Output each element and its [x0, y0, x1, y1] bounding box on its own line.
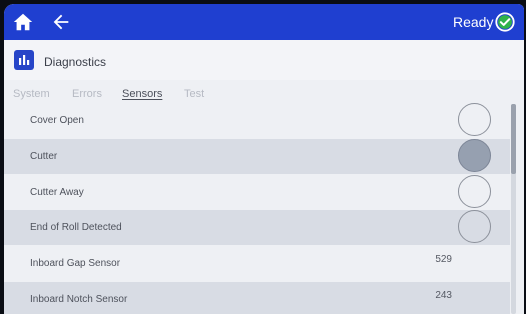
- sensor-indicator: [458, 139, 491, 172]
- sensor-label: End of Roll Detected: [30, 222, 122, 233]
- sensor-indicator: [458, 210, 491, 243]
- sensor-row-cutter: Cutter: [4, 139, 510, 174]
- tab-bar: System Errors Sensors Test: [4, 80, 524, 104]
- scrollbar[interactable]: [511, 104, 516, 314]
- home-button[interactable]: [12, 11, 34, 33]
- sensor-value: 243: [435, 290, 452, 301]
- sensor-label: Cutter: [30, 151, 58, 162]
- sensor-indicator: [458, 103, 491, 136]
- sensor-label: Cover Open: [30, 115, 84, 126]
- top-bar: Ready: [4, 4, 524, 40]
- sensor-row-end-of-roll: End of Roll Detected: [4, 210, 510, 245]
- sensor-row-inboard-notch: Inboard Notch Sensor 243: [4, 282, 510, 314]
- tab-test[interactable]: Test: [184, 88, 204, 100]
- status-label: Ready: [453, 14, 494, 30]
- status-ok-button[interactable]: [494, 11, 516, 33]
- title-bar: Diagnostics: [4, 40, 524, 81]
- sensor-row-inboard-gap: Inboard Gap Sensor 529: [4, 246, 510, 281]
- screen: Ready Diagnostics System Errors Sensors …: [4, 4, 524, 314]
- tab-system[interactable]: System: [13, 88, 50, 100]
- sensor-value: 529: [435, 254, 452, 265]
- sensor-indicator: [458, 175, 491, 208]
- sensor-row-cutter-away: Cutter Away: [4, 175, 510, 210]
- tab-sensors[interactable]: Sensors: [122, 88, 162, 100]
- home-icon: [13, 13, 33, 31]
- sensor-label: Cutter Away: [30, 187, 84, 198]
- check-circle-icon: [495, 12, 515, 32]
- arrow-left-icon: [53, 14, 69, 30]
- sensor-label: Inboard Gap Sensor: [30, 258, 121, 269]
- diagnostics-icon: [14, 50, 34, 70]
- scrollbar-thumb[interactable]: [511, 104, 516, 174]
- sensor-row-cover-open: Cover Open: [4, 103, 510, 138]
- tab-errors[interactable]: Errors: [72, 88, 102, 100]
- back-button[interactable]: [50, 11, 72, 33]
- sensor-label: Inboard Notch Sensor: [30, 294, 128, 305]
- page-title: Diagnostics: [44, 55, 107, 69]
